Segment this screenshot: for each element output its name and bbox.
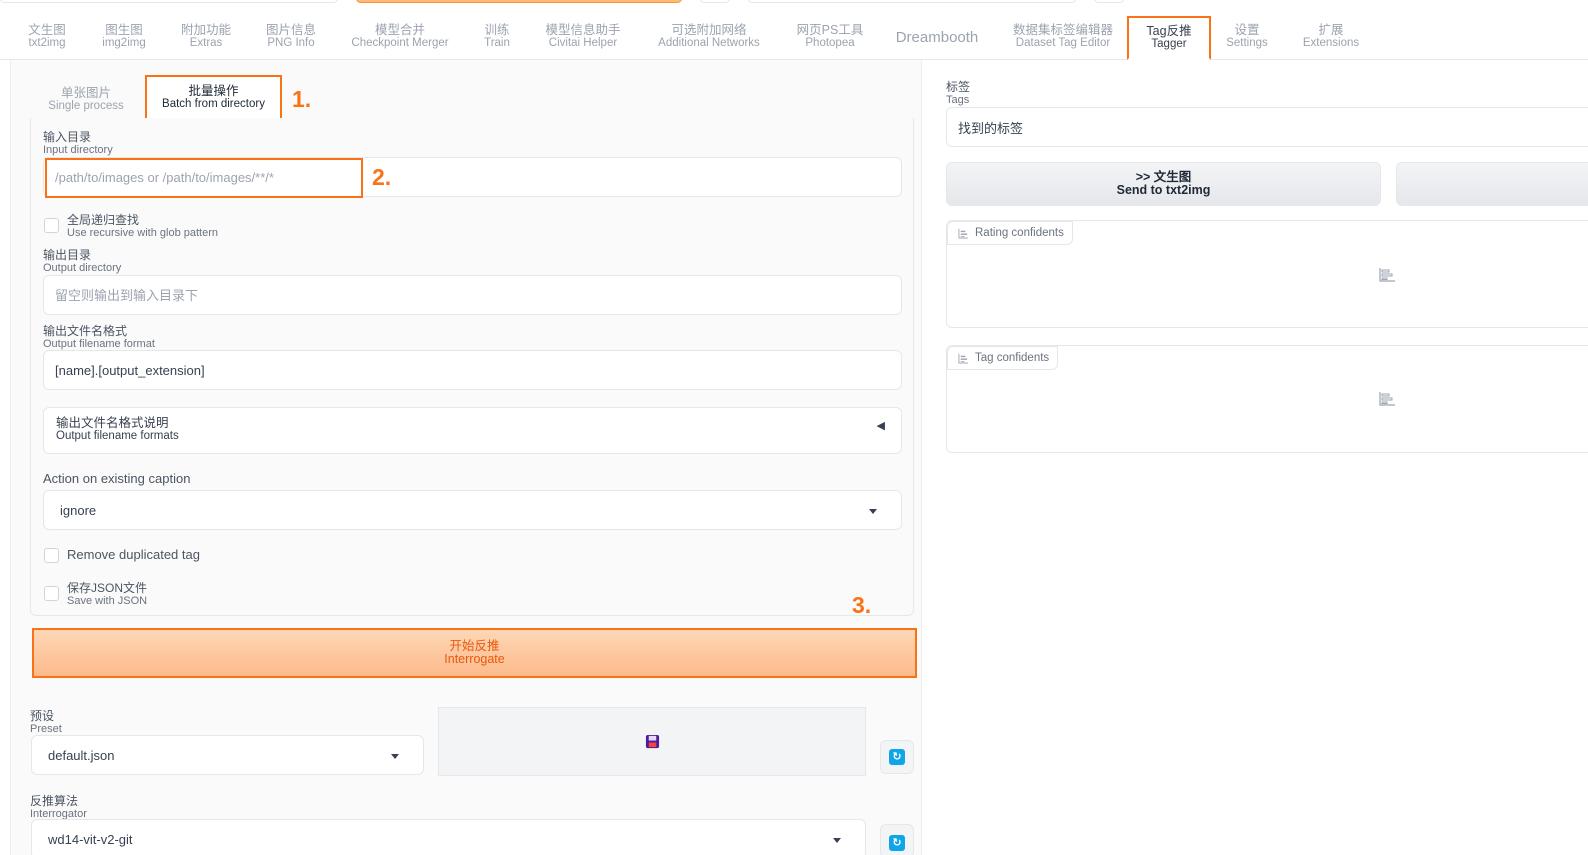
tab-img2img[interactable]: 图生图 img2img [100, 14, 148, 60]
recursive-label: 全局递归查找 Use recursive with glob pattern [67, 213, 219, 239]
tab-extras[interactable]: 附加功能 Extras [178, 14, 234, 60]
output-directory-input[interactable] [55, 287, 901, 303]
tab-photopea[interactable]: 网页PS工具 Photopea [796, 14, 864, 60]
tab-tagger[interactable]: Tag反推 Tagger [1127, 16, 1211, 60]
bar-chart-placeholder-icon [1379, 268, 1395, 282]
tab-settings[interactable]: 设置 Settings [1222, 14, 1272, 60]
input-directory-label: 输入目录 Input directory [43, 130, 113, 156]
remove-duplicated-checkbox[interactable] [44, 548, 59, 563]
collapse-arrow-icon: ◀ [876, 420, 885, 432]
refresh-icon: ↻ [889, 835, 905, 851]
output-filename-formats-accordion[interactable]: 输出文件名格式说明 Output filename formats ◀ [43, 407, 902, 454]
output-filename-format-field[interactable]: [name].[output_extension] [43, 350, 902, 390]
chevron-down-icon [833, 838, 841, 843]
save-icon [645, 734, 659, 749]
chevron-down-icon [391, 754, 399, 759]
save-json-checkbox[interactable] [44, 586, 59, 601]
output-directory-label: 输出目录 Output directory [43, 248, 122, 274]
tab-dataset-tag-editor[interactable]: 数据集标签编辑器 Dataset Tag Editor [1010, 14, 1116, 60]
bar-chart-placeholder-icon [1379, 392, 1395, 406]
top-generate-button[interactable] [356, 0, 682, 3]
output-directory-field[interactable] [43, 275, 902, 315]
chevron-down-icon [869, 509, 877, 514]
existing-caption-label: Action on existing caption [43, 471, 191, 486]
tab-checkpoint-merger[interactable]: 模型合并 Checkpoint Merger [349, 14, 451, 60]
recursive-checkbox[interactable] [44, 218, 59, 233]
remove-duplicated-label: Remove duplicated tag [67, 547, 200, 562]
preset-value: default.json [48, 747, 115, 763]
tags-field[interactable]: 找到的标签 [946, 107, 1588, 147]
save-preset-button[interactable] [438, 707, 866, 776]
top-dropdown-left[interactable] [0, 0, 338, 3]
output-filename-format-value: [name].[output_extension] [55, 362, 205, 378]
send-to-txt2img-button[interactable]: >> 文生图 Send to txt2img [946, 162, 1381, 206]
top-small-button-2[interactable] [1094, 0, 1124, 3]
annotation-2: 2. [372, 164, 392, 190]
output-filename-format-label: 输出文件名格式 Output filename format [43, 324, 155, 350]
tab-train[interactable]: 训练 Train [482, 14, 512, 60]
send-to-img2img-button[interactable] [1396, 162, 1588, 206]
tag-confidents-badge: Tag confidents [947, 346, 1059, 370]
tag-confidents-panel: Tag confidents [946, 345, 1588, 453]
tags-placeholder: 找到的标签 [958, 120, 1024, 136]
rating-confidents-badge: Rating confidents [947, 221, 1073, 245]
top-dropdown-right[interactable] [748, 0, 1076, 3]
subtab-batch-from-directory[interactable]: 批量操作 Batch from directory [145, 75, 282, 121]
tab-png-info[interactable]: 图片信息 PNG Info [263, 14, 319, 60]
tags-label: 标签 Tags [946, 80, 971, 106]
interrogator-label: 反推算法 Interrogator [30, 794, 87, 820]
existing-caption-select[interactable]: ignore [43, 490, 902, 530]
interrogator-value: wd14-vit-v2-git [48, 832, 133, 847]
subtab-single-process[interactable]: 单张图片 Single process [44, 82, 128, 118]
annotation-3: 3. [852, 592, 872, 618]
chart-icon [958, 228, 969, 239]
existing-caption-value: ignore [60, 502, 97, 518]
annotation-1: 1. [292, 86, 312, 112]
tab-extensions[interactable]: 扩展 Extensions [1300, 14, 1362, 60]
tab-civitai-helper[interactable]: 模型信息助手 Civitai Helper [542, 14, 624, 60]
top-small-button[interactable] [700, 0, 730, 3]
interrogator-select[interactable]: wd14-vit-v2-git [31, 819, 866, 855]
chart-icon [958, 353, 969, 364]
save-json-label: 保存JSON文件 Save with JSON [67, 581, 148, 607]
preset-label: 预设 Preset [30, 709, 62, 735]
tab-additional-networks[interactable]: 可选附加网络 Additional Networks [652, 14, 766, 60]
refresh-preset-button[interactable]: ↻ [880, 740, 914, 774]
refresh-icon: ↻ [889, 749, 905, 765]
tab-dreambooth[interactable]: Dreambooth [894, 14, 980, 60]
main-tab-bar: 文生图 txt2img 图生图 img2img 附加功能 Extras 图片信息 PNG… [0, 14, 1588, 60]
rating-confidents-panel: Rating confidents [946, 220, 1588, 328]
refresh-interrogator-button[interactable]: ↻ [880, 824, 914, 855]
interrogate-button[interactable]: 开始反推 Interrogate [32, 628, 917, 678]
preset-select[interactable]: default.json [31, 735, 424, 775]
input-directory-input[interactable] [55, 169, 901, 185]
input-directory-field[interactable] [43, 157, 902, 197]
accordion-label: 输出文件名格式说明 Output filename formats [56, 416, 179, 443]
tab-txt2img[interactable]: 文生图 txt2img [27, 14, 67, 60]
